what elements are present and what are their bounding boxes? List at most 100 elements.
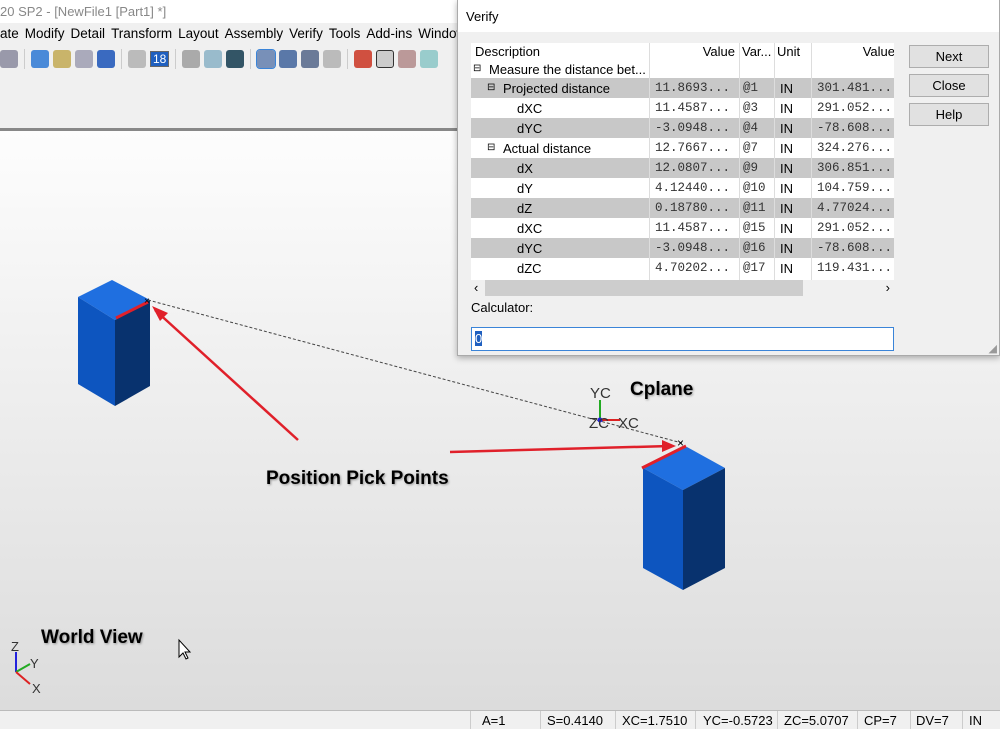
snap2-icon[interactable] (279, 50, 298, 68)
row-value-metric: 291.052... (817, 101, 893, 115)
status-units[interactable]: IN (969, 713, 982, 728)
layer-select[interactable]: 18 (150, 51, 170, 67)
box-right[interactable] (643, 447, 725, 590)
row-var: @3 (743, 101, 759, 115)
row-var: @16 (743, 241, 766, 255)
world-axis-icon: Z Y X (11, 639, 41, 696)
row-description: dYC (517, 241, 543, 256)
close-button[interactable]: Close (909, 74, 989, 97)
collapse-icon[interactable]: ⊟ (473, 63, 481, 74)
row-description: dZC (517, 261, 542, 276)
box-left[interactable] (78, 280, 150, 406)
collapse-icon[interactable]: ⊟ (487, 142, 495, 153)
status-display-view[interactable]: DV=7 (916, 713, 949, 728)
curve-icon[interactable] (204, 50, 223, 68)
separator (24, 49, 25, 69)
separator (121, 49, 122, 69)
row-var: @15 (743, 221, 766, 235)
verify-table: Description Value Var... Unit Value ⊟ Mea… (471, 43, 894, 280)
row-value-metric: 324.276... (817, 141, 893, 155)
world-view-label: World View (41, 627, 143, 648)
svg-text:XC: XC (618, 415, 639, 432)
row-description: dYC (517, 121, 543, 136)
status-zc: ZC=5.0707 (784, 713, 849, 728)
row-var: @7 (743, 141, 759, 155)
snap3-icon[interactable] (301, 50, 320, 68)
row-value-metric: 301.481... (817, 81, 893, 95)
menu-add-ins[interactable]: Add-ins (366, 26, 412, 44)
table-row[interactable]: dXC 11.4587... @3 IN 291.052... (471, 98, 894, 118)
row-unit: IN (780, 221, 793, 236)
table-row[interactable]: ⊟ Projected distance 11.8693... @1 IN 301.481… (471, 78, 894, 98)
separator (347, 49, 349, 69)
row-description: dX (517, 161, 533, 176)
menu-assembly[interactable]: Assembly (225, 26, 284, 44)
table-row[interactable]: dX 12.0807... @9 IN 306.851... (471, 158, 894, 178)
material-icon[interactable] (97, 50, 115, 68)
row-unit: IN (780, 81, 793, 96)
row-description: dXC (517, 221, 543, 236)
table-row[interactable]: dXC 11.4587... @15 IN 291.052... (471, 218, 894, 238)
arrow-head (662, 440, 676, 452)
row-var: @4 (743, 121, 759, 135)
arc-icon[interactable] (226, 50, 245, 68)
row-unit: IN (780, 201, 793, 216)
snap4-icon[interactable] (323, 50, 342, 68)
menu-modify[interactable]: Modify (25, 26, 65, 44)
row-unit: IN (780, 121, 793, 136)
color-icon[interactable] (53, 50, 71, 68)
toolbar: 18 (0, 46, 460, 72)
plane-icon[interactable] (420, 50, 439, 68)
table-row[interactable]: dY 4.12440... @10 IN 104.759... (471, 178, 894, 198)
axis-icon[interactable] (354, 50, 373, 68)
layer-icon[interactable] (128, 50, 146, 68)
table-row[interactable]: dZ 0.18780... @11 IN 4.77024... (471, 198, 894, 218)
scroll-left-icon[interactable]: ‹ (474, 280, 478, 295)
menu-create[interactable]: ate (0, 26, 19, 44)
row-var: @10 (743, 181, 766, 195)
row-value-metric: -78.608... (817, 121, 893, 135)
status-cplane[interactable]: CP=7 (864, 713, 897, 728)
table-row[interactable]: ⊟ Actual distance 12.7667... @7 IN 324.276... (471, 138, 894, 158)
display-icon[interactable] (398, 50, 417, 68)
scroll-right-icon[interactable]: › (886, 280, 890, 295)
status-attribute[interactable]: A=1 (482, 713, 506, 728)
separator (250, 49, 252, 69)
attribute-icon[interactable] (75, 50, 93, 68)
list-icon[interactable] (182, 50, 201, 68)
menu-layout[interactable]: Layout (178, 26, 219, 44)
menu-tools[interactable]: Tools (329, 26, 361, 44)
snap-icon[interactable] (256, 49, 277, 69)
collapse-icon[interactable]: ⊟ (487, 82, 495, 93)
calculator-input[interactable]: 0 (471, 327, 894, 351)
menu-verify[interactable]: Verify (289, 26, 323, 44)
row-value-metric: 119.431... (817, 261, 893, 275)
table-row[interactable]: dYC -3.0948... @16 IN -78.608... (471, 238, 894, 258)
row-value-metric: 4.77024... (817, 201, 893, 215)
scrollbar-thumb[interactable] (485, 280, 803, 296)
resize-grip-icon[interactable]: ◢ (989, 342, 997, 355)
row-var: @9 (743, 161, 759, 175)
help-button[interactable]: Help (909, 103, 989, 126)
horizontal-scrollbar[interactable]: ‹ › (471, 280, 894, 297)
next-button[interactable]: Next (909, 45, 989, 68)
row-unit: IN (780, 241, 793, 256)
row-unit: IN (780, 261, 793, 276)
view-icon[interactable] (0, 50, 18, 68)
menu-detail[interactable]: Detail (71, 26, 106, 44)
pick-mark: × (677, 436, 684, 450)
window-select-icon[interactable] (376, 50, 395, 68)
row-unit: IN (780, 101, 793, 116)
arrow-right (449, 444, 671, 454)
table-row[interactable]: dZC 4.70202... @17 IN 119.431... (471, 258, 894, 278)
status-scale[interactable]: S=0.4140 (547, 713, 603, 728)
calculator-label: Calculator: (471, 300, 534, 315)
row-value-metric: 306.851... (817, 161, 893, 175)
row-description: dXC (517, 101, 543, 116)
row-value: 12.0807... (655, 161, 731, 175)
tree-root[interactable]: ⊟ Measure the distance bet... (471, 59, 894, 79)
row-description: dY (517, 181, 533, 196)
menu-transform[interactable]: Transform (111, 26, 172, 44)
table-row[interactable]: dYC -3.0948... @4 IN -78.608... (471, 118, 894, 138)
paint-icon[interactable] (31, 50, 49, 68)
